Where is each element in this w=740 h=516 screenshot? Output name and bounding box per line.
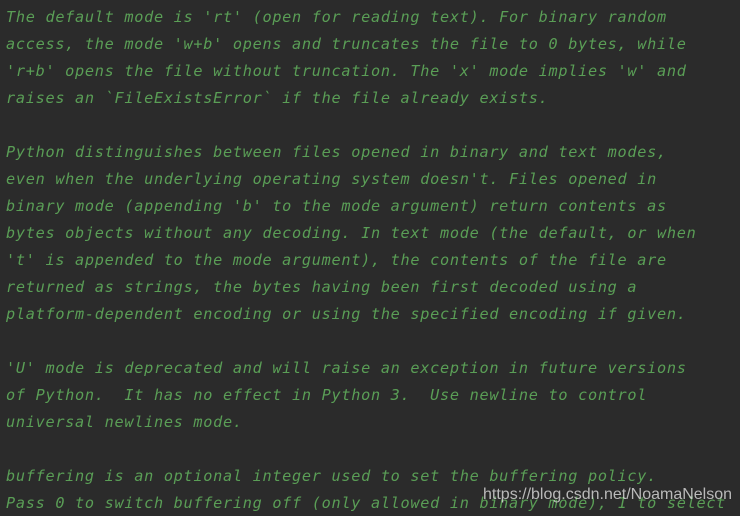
terminal-console[interactable]: The default mode is 'rt' (open for readi… bbox=[0, 0, 740, 516]
python-help-documentation-text: The default mode is 'rt' (open for readi… bbox=[6, 8, 727, 512]
